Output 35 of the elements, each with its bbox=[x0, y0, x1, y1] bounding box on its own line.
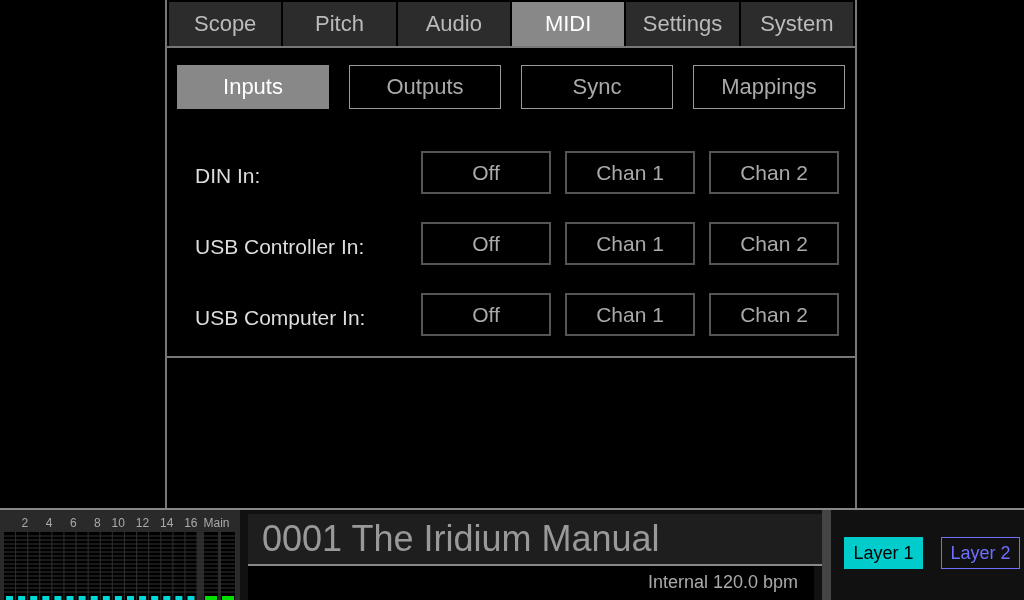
channel-number: 6 bbox=[68, 516, 77, 530]
input-label: USB Computer In: bbox=[195, 305, 367, 330]
channel-option-button[interactable]: Chan 1 bbox=[565, 222, 695, 265]
channel-option-button[interactable]: Off bbox=[421, 293, 551, 336]
layer-button[interactable]: Layer 1 bbox=[844, 537, 923, 569]
channel-option-button[interactable]: Chan 2 bbox=[709, 293, 839, 336]
channel-number: 4 bbox=[44, 516, 53, 530]
subtab[interactable]: Inputs bbox=[177, 65, 329, 109]
channel-option-button[interactable]: Chan 2 bbox=[709, 151, 839, 194]
main-label: Main bbox=[203, 516, 230, 530]
tab[interactable]: System bbox=[740, 2, 853, 46]
channel-number: 2 bbox=[20, 516, 29, 530]
channel-option-button[interactable]: Off bbox=[421, 151, 551, 194]
tab[interactable]: Settings bbox=[626, 2, 739, 46]
channel-number: 14 bbox=[158, 516, 174, 530]
subtab[interactable]: Outputs bbox=[349, 65, 501, 109]
channel-number: 10 bbox=[110, 516, 125, 530]
tab[interactable]: MIDI bbox=[512, 2, 625, 46]
tab[interactable]: Scope bbox=[169, 2, 282, 46]
channel-number: 12 bbox=[134, 516, 150, 530]
channel-number: 8 bbox=[93, 516, 101, 530]
channel-option-button[interactable]: Chan 1 bbox=[565, 151, 695, 194]
tempo-text: Internal 120.0 bpm bbox=[248, 566, 814, 600]
input-label: USB Controller In: bbox=[195, 234, 366, 259]
tab[interactable]: Audio bbox=[397, 2, 510, 46]
input-label: DIN In: bbox=[195, 163, 262, 188]
layer-button[interactable]: Layer 2 bbox=[941, 537, 1020, 569]
patch-title: 0001 The Iridium Manual bbox=[248, 514, 822, 566]
subtab[interactable]: Mappings bbox=[693, 65, 845, 109]
subtab[interactable]: Sync bbox=[521, 65, 673, 109]
channel-option-button[interactable]: Chan 1 bbox=[565, 293, 695, 336]
channel-option-button[interactable]: Chan 2 bbox=[709, 222, 839, 265]
tab[interactable]: Pitch bbox=[283, 2, 396, 46]
channel-option-button[interactable]: Off bbox=[421, 222, 551, 265]
channel-number: 16 bbox=[183, 516, 198, 530]
